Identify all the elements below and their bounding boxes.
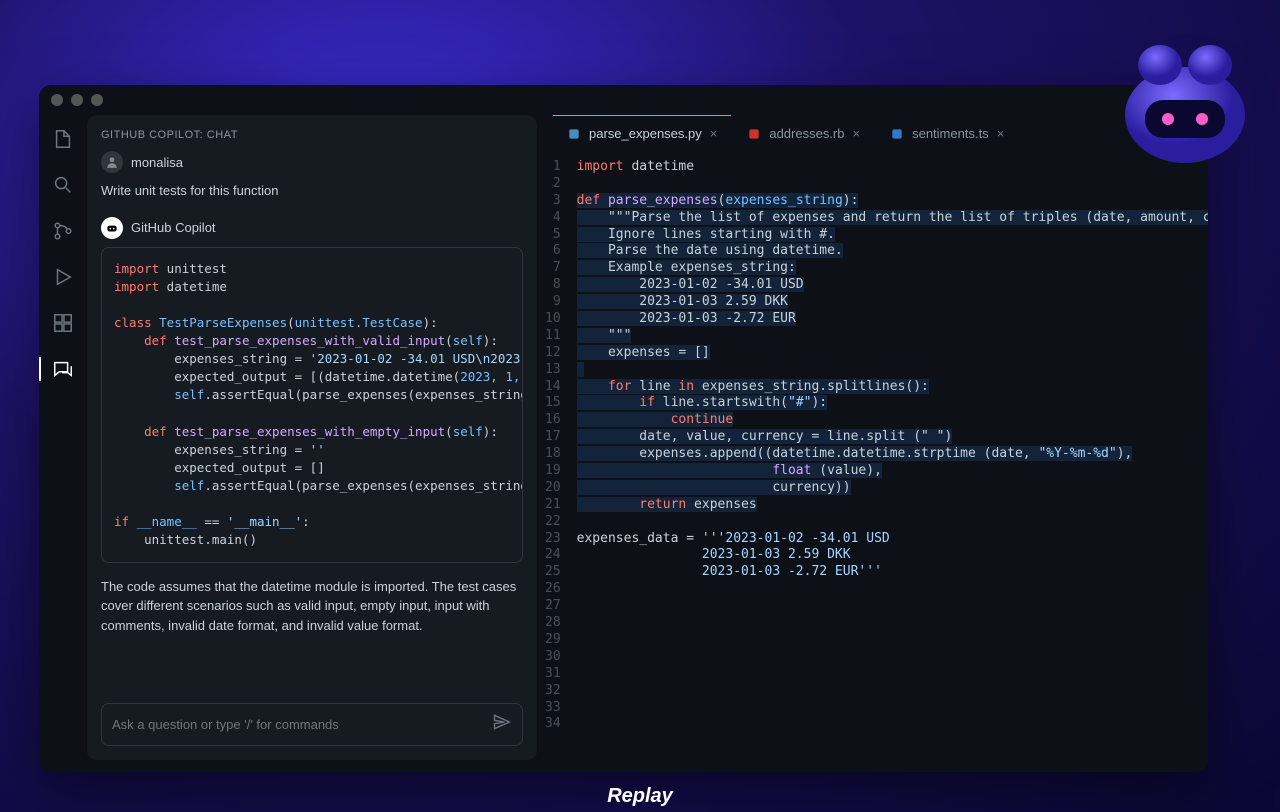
ruby-file-icon xyxy=(747,127,761,141)
run-debug-icon[interactable] xyxy=(49,263,77,291)
editor-area: parse_expenses.py × addresses.rb × senti… xyxy=(545,115,1208,760)
tab-bar: parse_expenses.py × addresses.rb × senti… xyxy=(545,115,1208,151)
tab-label: sentiments.ts xyxy=(912,126,989,141)
code-editor[interactable]: 1 2 3 4 5 6 7 8 9 10 11 12 13 14 15 16 1… xyxy=(545,151,1208,760)
python-file-icon xyxy=(567,127,581,141)
send-icon[interactable] xyxy=(492,712,512,737)
tab-sentiments[interactable]: sentiments.ts × xyxy=(876,115,1018,151)
bot-explanation: The code assumes that the datetime modul… xyxy=(101,577,523,636)
replay-button[interactable]: Replay xyxy=(0,781,1280,812)
suggested-code-block[interactable]: import unittest import datetime class Te… xyxy=(101,247,523,563)
ts-file-icon xyxy=(890,127,904,141)
bot-name: GitHub Copilot xyxy=(131,220,216,235)
bot-message: GitHub Copilot import unittest import da… xyxy=(101,217,523,636)
source-control-icon[interactable] xyxy=(49,217,77,245)
close-icon[interactable]: × xyxy=(710,126,718,141)
tab-label: parse_expenses.py xyxy=(589,126,702,141)
code-content[interactable]: import datetime def parse_expenses(expen… xyxy=(577,159,1208,760)
tab-addresses[interactable]: addresses.rb × xyxy=(733,115,874,151)
titlebar xyxy=(39,85,1208,115)
user-message: monalisa Write unit tests for this funct… xyxy=(101,151,523,201)
search-icon[interactable] xyxy=(49,171,77,199)
window-min-dot[interactable] xyxy=(71,94,83,106)
extensions-icon[interactable] xyxy=(49,309,77,337)
user-prompt-text: Write unit tests for this function xyxy=(101,181,523,201)
copilot-mascot-icon xyxy=(1110,30,1260,170)
chat-panel-title: GITHUB COPILOT: CHAT xyxy=(101,129,523,141)
user-avatar xyxy=(101,151,123,173)
user-name: monalisa xyxy=(131,155,183,170)
window-close-dot[interactable] xyxy=(51,94,63,106)
close-icon[interactable]: × xyxy=(853,126,861,141)
tab-label: addresses.rb xyxy=(769,126,844,141)
chat-icon[interactable] xyxy=(49,355,77,383)
activity-bar xyxy=(39,115,87,772)
copilot-avatar-icon xyxy=(101,217,123,239)
window-max-dot[interactable] xyxy=(91,94,103,106)
editor-window: GITHUB COPILOT: CHAT monalisa Write unit… xyxy=(39,85,1208,772)
chat-panel: GITHUB COPILOT: CHAT monalisa Write unit… xyxy=(87,115,537,760)
chat-input[interactable] xyxy=(112,717,492,732)
chat-input-row xyxy=(101,703,523,746)
close-icon[interactable]: × xyxy=(997,126,1005,141)
line-gutter: 1 2 3 4 5 6 7 8 9 10 11 12 13 14 15 16 1… xyxy=(545,159,577,760)
files-icon[interactable] xyxy=(49,125,77,153)
tab-parse-expenses[interactable]: parse_expenses.py × xyxy=(553,115,731,151)
